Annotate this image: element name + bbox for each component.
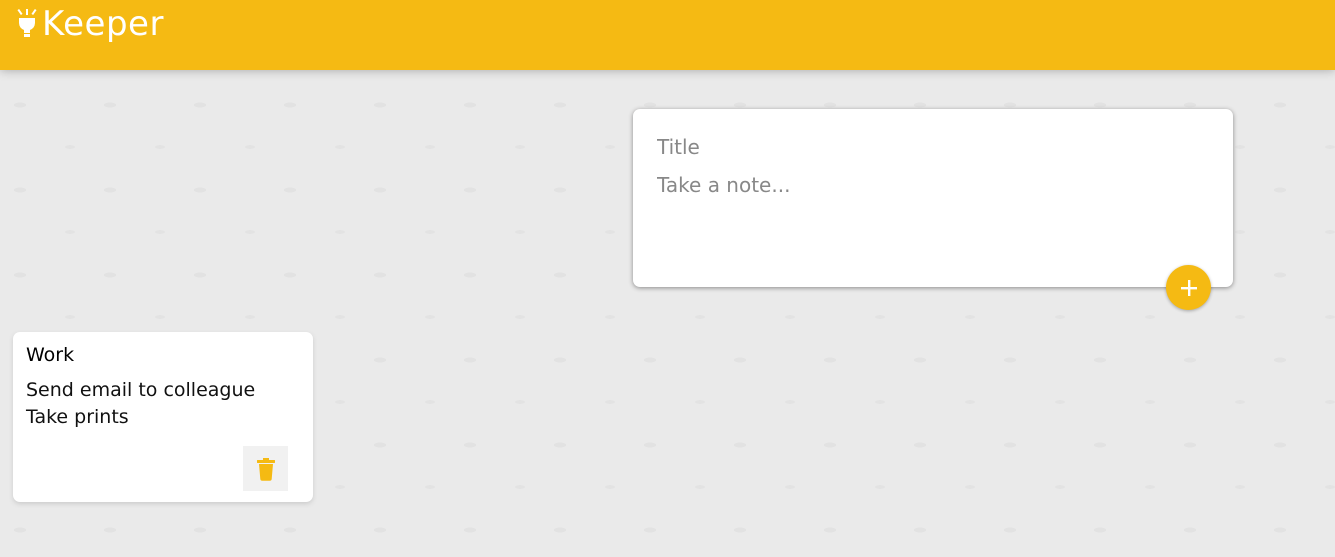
create-note-form xyxy=(633,109,1233,310)
note-content-input[interactable] xyxy=(657,173,1207,263)
brand: Keeper xyxy=(16,4,164,44)
note-content-line: Take prints xyxy=(26,406,129,428)
add-note-button[interactable] xyxy=(1166,265,1211,310)
delete-note-button[interactable] xyxy=(243,446,288,491)
note-title-input[interactable] xyxy=(657,133,1207,161)
plus-icon xyxy=(1180,279,1197,296)
trash-icon xyxy=(256,457,275,481)
app-title: Keeper xyxy=(42,4,164,44)
app-header: Keeper xyxy=(0,0,1335,70)
lightbulb-icon xyxy=(17,9,37,37)
note-card: Work Send email to colleague Take prints xyxy=(13,332,313,502)
note-content-line: Send email to colleague xyxy=(26,379,256,401)
note-title: Work xyxy=(26,344,75,366)
